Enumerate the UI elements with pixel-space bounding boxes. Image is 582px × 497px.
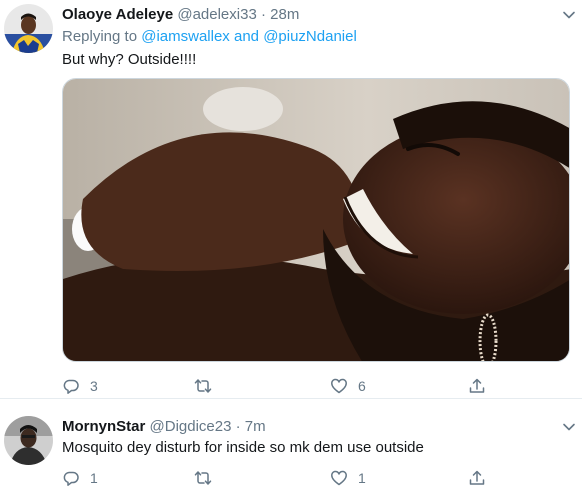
- like-button[interactable]: 1: [330, 468, 366, 488]
- mention-link[interactable]: @piuzNdaniel: [263, 28, 357, 45]
- replying-to: Replying to @iamswallex and @piuzNdaniel: [62, 27, 357, 47]
- tweet-text: But why? Outside!!!!: [62, 51, 197, 68]
- separator-dot: ·: [260, 6, 266, 23]
- reply-count: 3: [90, 378, 98, 394]
- retweet-icon: [194, 379, 212, 393]
- reply-count: 1: [90, 470, 98, 486]
- tweet[interactable]: Olaoye Adeleye @adelexi33 · 28m Replying…: [0, 0, 582, 399]
- share-button[interactable]: [468, 468, 486, 488]
- retweet-button[interactable]: [194, 376, 222, 396]
- like-count: 6: [358, 378, 366, 394]
- retweet-icon: [194, 471, 212, 485]
- reply-icon: [63, 379, 79, 394]
- separator-dot: ·: [235, 418, 241, 435]
- tweet-actions: 1 1: [62, 468, 542, 488]
- like-count: 1: [358, 470, 366, 486]
- like-button[interactable]: 6: [330, 376, 366, 396]
- share-icon: [469, 470, 485, 485]
- tweet-text: Mosquito dey disturb for inside so mk de…: [62, 439, 424, 456]
- tweet[interactable]: MornynStar @Digdice23 · 7m Mosquito dey …: [0, 400, 582, 497]
- reply-button[interactable]: 3: [62, 376, 98, 396]
- avatar[interactable]: [4, 416, 53, 465]
- user-handle[interactable]: @Digdice23: [150, 418, 232, 435]
- like-icon: [331, 378, 347, 394]
- reply-icon: [63, 471, 79, 486]
- display-name[interactable]: MornynStar: [62, 418, 145, 435]
- replying-and[interactable]: and: [234, 28, 259, 45]
- user-handle[interactable]: @adelexi33: [177, 6, 256, 23]
- display-name[interactable]: Olaoye Adeleye: [62, 6, 173, 23]
- retweet-button[interactable]: [194, 468, 222, 488]
- reply-button[interactable]: 1: [62, 468, 98, 488]
- chevron-down-icon[interactable]: [562, 420, 576, 434]
- share-button[interactable]: [468, 376, 486, 396]
- tweet-header: Olaoye Adeleye @adelexi33 · 28m: [62, 5, 299, 25]
- tweet-media-image[interactable]: [62, 78, 570, 362]
- timestamp[interactable]: 28m: [270, 6, 299, 23]
- chevron-down-icon[interactable]: [562, 8, 576, 22]
- like-icon: [331, 470, 347, 486]
- replying-to-label: Replying to: [62, 28, 138, 45]
- timestamp[interactable]: 7m: [245, 418, 266, 435]
- avatar[interactable]: [4, 4, 53, 53]
- mention-link[interactable]: @iamswallex: [141, 28, 230, 45]
- tweet-actions: 3 6: [62, 376, 542, 396]
- share-icon: [469, 378, 485, 393]
- tweet-header: MornynStar @Digdice23 · 7m: [62, 417, 266, 437]
